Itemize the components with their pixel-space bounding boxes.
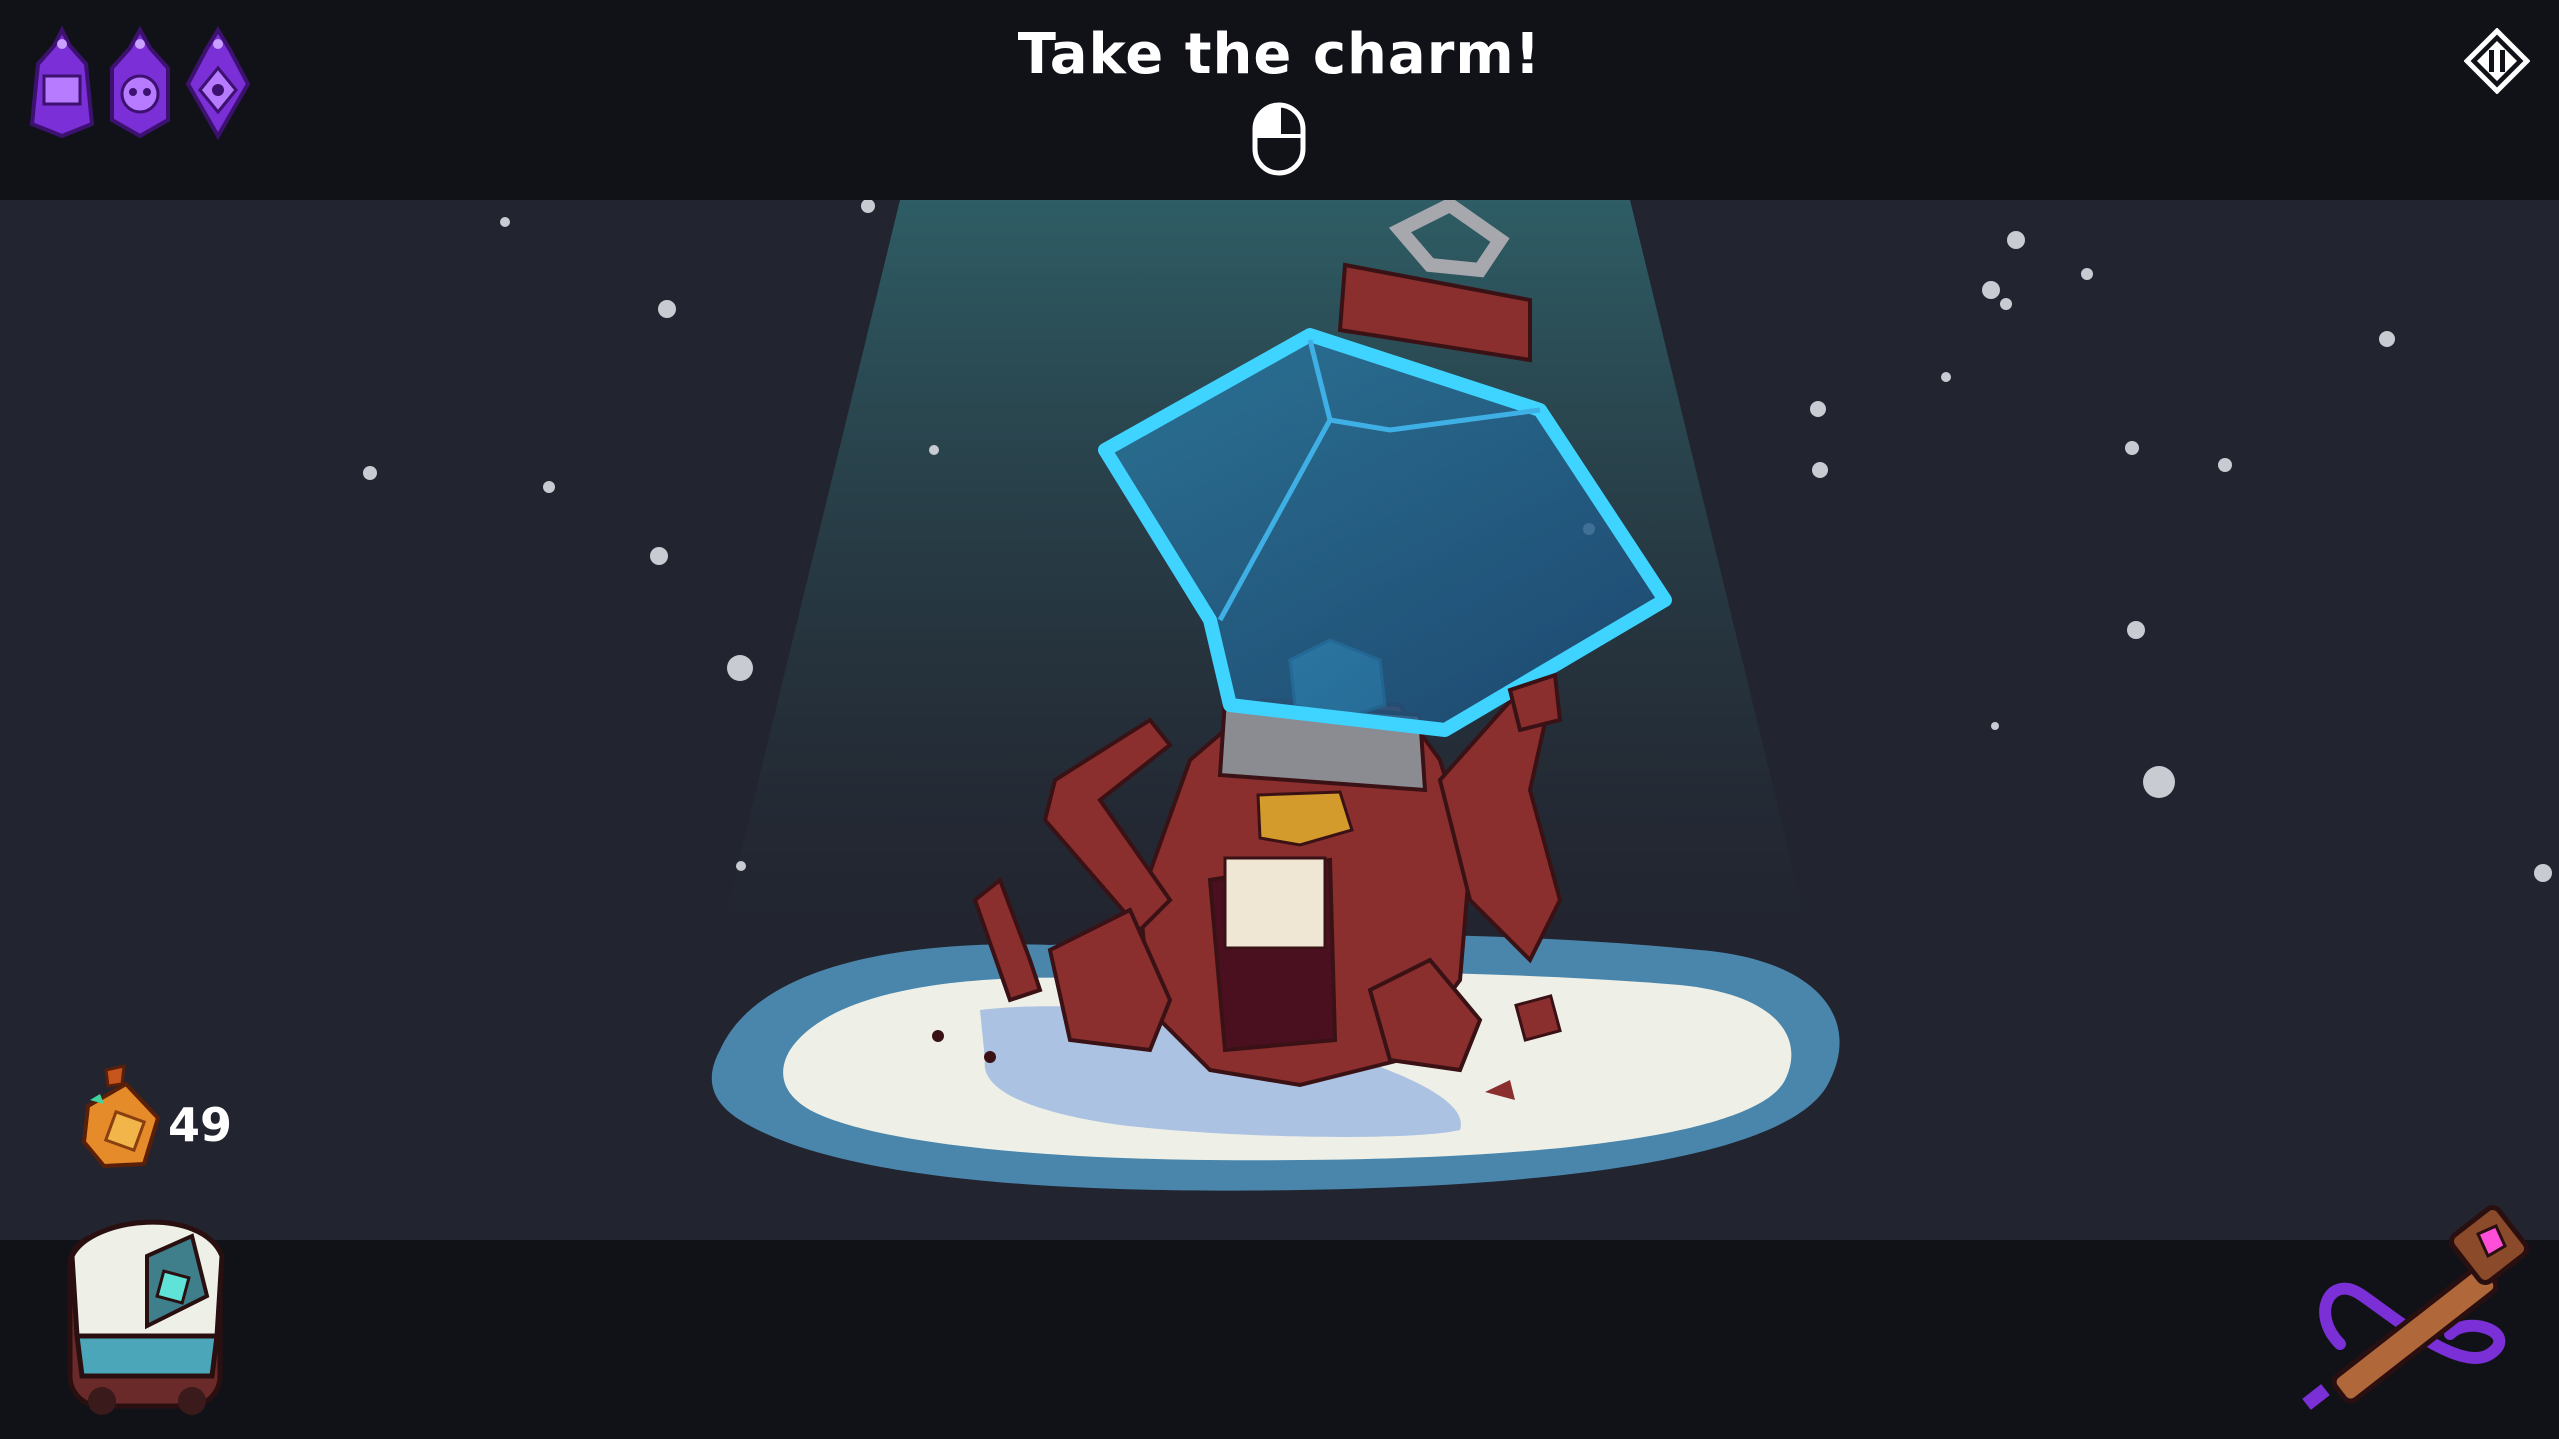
pause-button[interactable] [2463, 27, 2531, 95]
mouse-left-click-icon [1252, 102, 1306, 176]
scene-illustration [363, 196, 2552, 1191]
backpack-button[interactable] [52, 1196, 242, 1416]
coin-pouch-icon [81, 1064, 161, 1169]
magic-wand-icon [2302, 1205, 2529, 1410]
backpack-icon [67, 1219, 225, 1415]
pause-icon [2463, 27, 2531, 95]
objective-prompt: Take the charm! [1017, 22, 1542, 87]
game-screen: Take the charm! 49 [0, 0, 2559, 1439]
wand-button[interactable] [2300, 1204, 2536, 1414]
bottom-bar [0, 1240, 2559, 1439]
currency-value: 49 [168, 1098, 233, 1152]
